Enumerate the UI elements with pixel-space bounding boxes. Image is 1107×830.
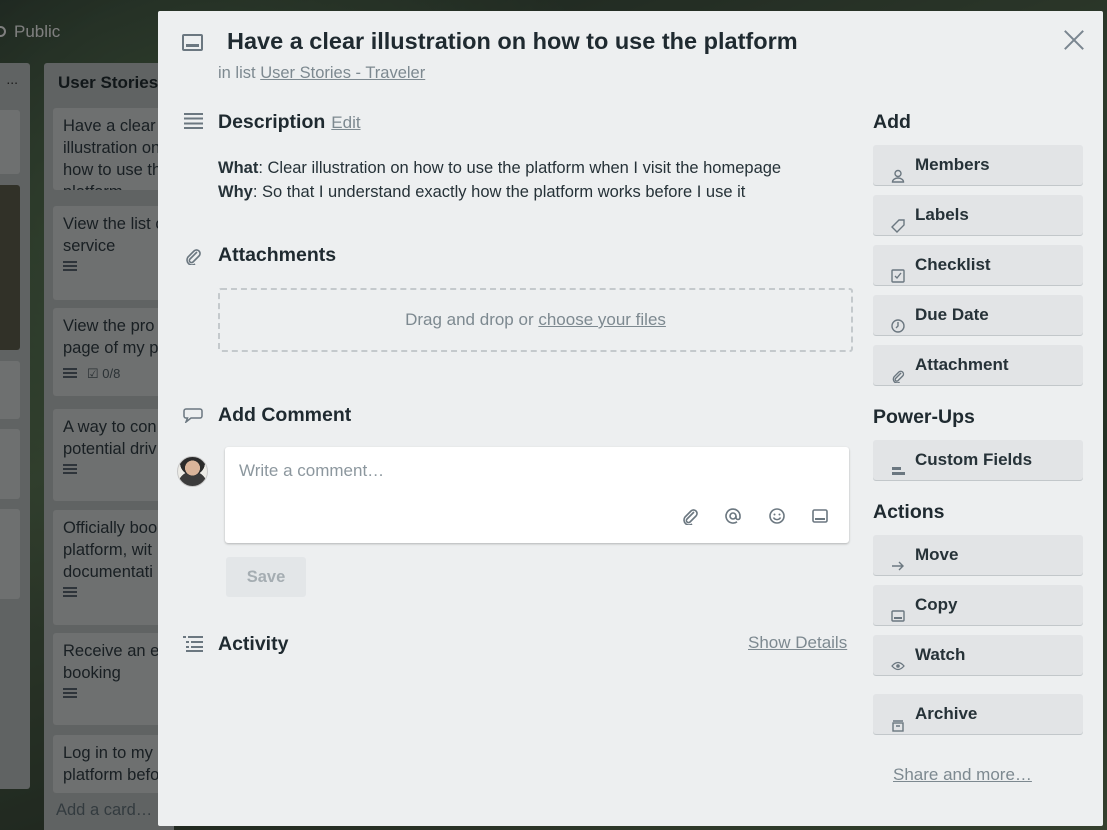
person-icon bbox=[891, 158, 905, 183]
edit-description-link[interactable]: Edit bbox=[331, 113, 360, 132]
paperclip-icon bbox=[891, 358, 905, 384]
description-heading-label: Description bbox=[218, 111, 326, 133]
clock-icon bbox=[891, 308, 905, 333]
card-title[interactable]: Have a clear illustration on how to use … bbox=[227, 28, 798, 55]
show-details-link[interactable]: Show Details bbox=[748, 633, 847, 653]
share-and-more-link[interactable]: Share and more… bbox=[893, 765, 1032, 785]
description-why-line: Why: So that I understand exactly how th… bbox=[218, 180, 781, 204]
copy-label: Copy bbox=[915, 595, 958, 614]
custom-fields-icon bbox=[891, 453, 905, 475]
archive-icon bbox=[891, 707, 905, 732]
comment-icon bbox=[183, 407, 203, 425]
copy-card-icon bbox=[891, 598, 905, 622]
due-date-label: Due Date bbox=[915, 305, 989, 324]
attachment-label: Attachment bbox=[915, 355, 1009, 374]
sidebar-actions-heading: Actions bbox=[873, 501, 945, 523]
card-detail-modal: Have a clear illustration on how to use … bbox=[158, 11, 1103, 826]
custom-fields-button[interactable]: Custom Fields bbox=[873, 440, 1083, 480]
checkbox-icon bbox=[891, 258, 905, 283]
card-link-icon[interactable] bbox=[811, 507, 829, 525]
add-comment-heading: Add Comment bbox=[218, 404, 352, 426]
labels-label: Labels bbox=[915, 205, 969, 224]
description-heading: Description Edit bbox=[218, 111, 361, 134]
avatar[interactable] bbox=[177, 456, 208, 487]
tag-icon bbox=[891, 208, 905, 233]
attachments-heading: Attachments bbox=[218, 244, 337, 266]
labels-button[interactable]: Labels bbox=[873, 195, 1083, 235]
arrow-right-icon bbox=[891, 548, 905, 571]
description-what-line: What: Clear illustration on how to use t… bbox=[218, 156, 781, 180]
what-label: What bbox=[218, 159, 259, 177]
why-label: Why bbox=[218, 183, 253, 201]
mention-icon[interactable] bbox=[724, 507, 742, 525]
sidebar-add-heading: Add bbox=[873, 111, 911, 133]
members-button[interactable]: Members bbox=[873, 145, 1083, 185]
why-text: : So that I understand exactly how the p… bbox=[252, 183, 746, 201]
eye-icon bbox=[891, 648, 905, 671]
list-name-link[interactable]: User Stories - Traveler bbox=[260, 64, 425, 82]
archive-button[interactable]: Archive bbox=[873, 694, 1083, 734]
paperclip-icon bbox=[184, 247, 202, 266]
close-icon[interactable] bbox=[1061, 27, 1087, 53]
card-icon bbox=[182, 34, 203, 51]
checklist-button[interactable]: Checklist bbox=[873, 245, 1083, 285]
members-label: Members bbox=[915, 155, 990, 174]
what-text: : Clear illustration on how to use the p… bbox=[258, 159, 782, 177]
comment-box[interactable] bbox=[225, 447, 849, 543]
watch-button[interactable]: Watch bbox=[873, 635, 1083, 675]
due-date-button[interactable]: Due Date bbox=[873, 295, 1083, 335]
save-button[interactable]: Save bbox=[226, 557, 306, 597]
emoji-icon[interactable] bbox=[768, 507, 786, 525]
custom-fields-label: Custom Fields bbox=[915, 450, 1033, 469]
in-list-prefix: in list bbox=[218, 64, 256, 82]
activity-heading: Activity bbox=[218, 633, 289, 655]
archive-label: Archive bbox=[915, 704, 978, 723]
copy-button[interactable]: Copy bbox=[873, 585, 1083, 625]
move-label: Move bbox=[915, 545, 959, 564]
attachment-dropzone[interactable]: Drag and drop or choose your files bbox=[218, 288, 853, 352]
description-body[interactable]: What: Clear illustration on how to use t… bbox=[218, 156, 781, 204]
activity-icon bbox=[183, 635, 203, 652]
watch-label: Watch bbox=[915, 645, 966, 664]
sidebar-powerups-heading: Power-Ups bbox=[873, 406, 975, 428]
attachment-button[interactable]: Attachment bbox=[873, 345, 1083, 385]
description-icon bbox=[184, 113, 203, 129]
card-list-breadcrumb: in list User Stories - Traveler bbox=[218, 64, 425, 83]
comment-input[interactable] bbox=[239, 459, 829, 483]
move-button[interactable]: Move bbox=[873, 535, 1083, 575]
dropzone-text: Drag and drop or bbox=[405, 310, 539, 329]
checklist-label: Checklist bbox=[915, 255, 991, 274]
choose-files-link[interactable]: choose your files bbox=[538, 310, 666, 329]
attach-icon[interactable] bbox=[681, 507, 699, 526]
